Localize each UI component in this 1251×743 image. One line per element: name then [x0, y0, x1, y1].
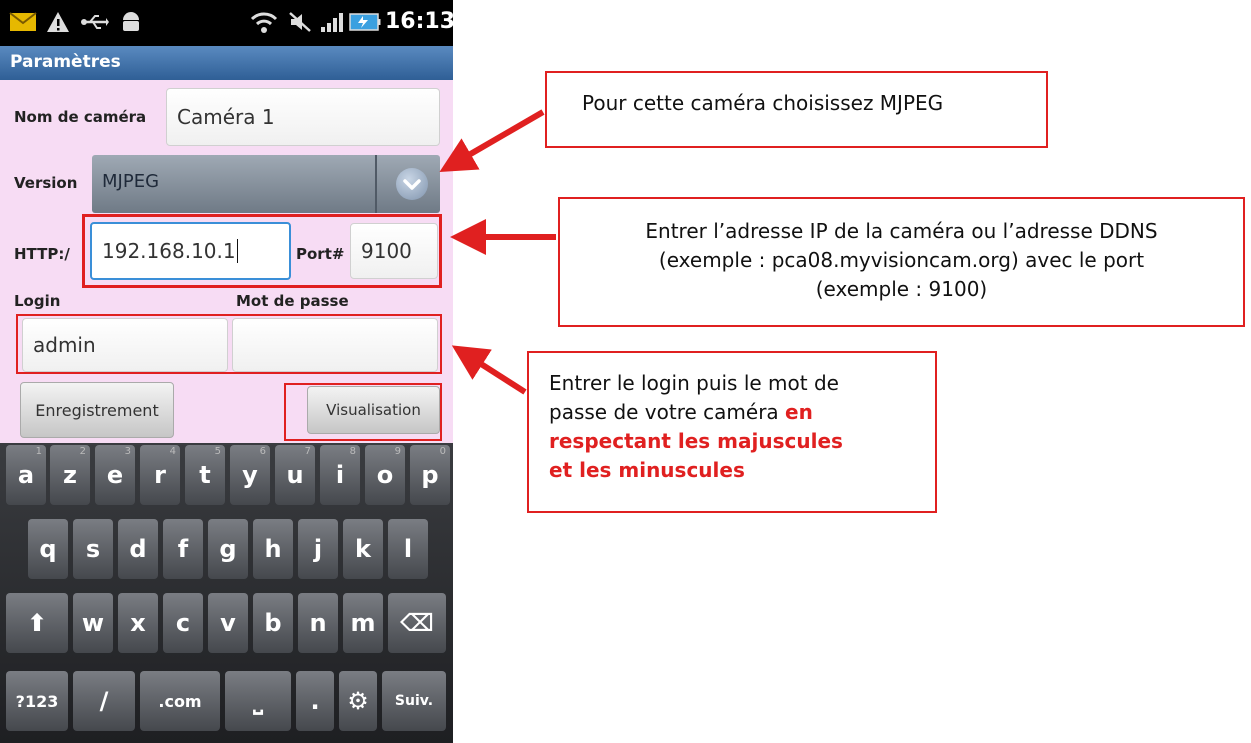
- next-key[interactable]: Suiv.: [382, 671, 446, 731]
- key-a[interactable]: 1a: [6, 445, 46, 505]
- password-label: Mot de passe: [236, 292, 349, 310]
- mute-icon: [286, 8, 314, 36]
- address-highlight-box: [82, 214, 442, 288]
- warning-icon: [44, 8, 72, 36]
- usb-icon: [80, 8, 110, 36]
- key-t[interactable]: 5t: [185, 445, 225, 505]
- key-i[interactable]: 8i: [320, 445, 360, 505]
- keyboard: 1a 2z 3e 4r 5t 6y 7u 8i 9o 0p q s d f g …: [0, 443, 453, 743]
- callout-address-line1: Entrer l’adresse IP de la caméra ou l’ad…: [645, 219, 1158, 243]
- key-r[interactable]: 4r: [140, 445, 180, 505]
- version-label: Version: [14, 174, 78, 192]
- login-label: Login: [14, 292, 61, 310]
- key-k[interactable]: k: [343, 519, 383, 579]
- key-e[interactable]: 3e: [95, 445, 135, 505]
- callout-address-line3: (exemple : 9100): [815, 277, 988, 301]
- key-w[interactable]: w: [73, 593, 113, 653]
- status-bar: 16:13: [0, 0, 453, 46]
- key-v[interactable]: v: [208, 593, 248, 653]
- signal-icon: [318, 8, 346, 36]
- callout-version: Pour cette caméra choisissez MJPEG: [545, 71, 1048, 148]
- key-m[interactable]: m: [343, 593, 383, 653]
- key-g[interactable]: g: [208, 519, 248, 579]
- key-n[interactable]: n: [298, 593, 338, 653]
- callout-address: Entrer l’adresse IP de la caméra ou l’ad…: [558, 197, 1245, 327]
- key-f[interactable]: f: [163, 519, 203, 579]
- title-bar: Paramètres: [0, 46, 453, 80]
- key-j[interactable]: j: [298, 519, 338, 579]
- version-value: MJPEG: [102, 171, 160, 192]
- symbols-key[interactable]: ?123: [6, 671, 68, 731]
- dotcom-key[interactable]: .com: [140, 671, 220, 731]
- http-label: HTTP:/: [14, 245, 70, 263]
- key-u[interactable]: 7u: [275, 445, 315, 505]
- key-q[interactable]: q: [28, 519, 68, 579]
- key-h[interactable]: h: [253, 519, 293, 579]
- callout-login-line2: passe de votre caméra en: [549, 400, 813, 424]
- callout-login-text: Entrer le login puis le mot de passe de …: [549, 369, 843, 485]
- camera-name-label: Nom de caméra: [14, 108, 147, 126]
- save-button[interactable]: Enregistrement: [20, 382, 174, 438]
- login-highlight-box: [16, 314, 442, 374]
- key-c[interactable]: c: [163, 593, 203, 653]
- slash-key[interactable]: /: [73, 671, 135, 731]
- clock: 16:13: [385, 9, 453, 34]
- callout-address-text: Entrer l’adresse IP de la caméra ou l’ad…: [560, 217, 1243, 304]
- key-z[interactable]: 2z: [50, 445, 90, 505]
- callout-login-line1: Entrer le login puis le mot de: [549, 371, 839, 395]
- key-s[interactable]: s: [73, 519, 113, 579]
- shift-key[interactable]: ⬆: [6, 593, 68, 653]
- callout-address-line2: (exemple : pca08.myvisioncam.org) avec l…: [658, 248, 1145, 272]
- key-x[interactable]: x: [118, 593, 158, 653]
- key-p[interactable]: 0p: [410, 445, 450, 505]
- page-title: Paramètres: [10, 52, 121, 72]
- chevron-down-icon[interactable]: [396, 168, 428, 200]
- callout-login-emphasis-1: en: [785, 400, 813, 424]
- camera-name-input[interactable]: Caméra 1: [166, 88, 440, 146]
- version-select[interactable]: MJPEG: [92, 155, 440, 213]
- arrow-version: [439, 109, 545, 173]
- mail-icon: [8, 8, 38, 36]
- camera-name-value: Caméra 1: [177, 105, 275, 129]
- wifi-icon: [250, 8, 278, 36]
- callout-login-emphasis-3: et les minuscules: [549, 458, 745, 482]
- backspace-key[interactable]: ⌫: [388, 593, 446, 653]
- view-highlight-box: [284, 383, 442, 441]
- phone-screen: 16:13 Paramètres Nom de caméra Caméra 1 …: [0, 0, 453, 743]
- battery-icon: [348, 8, 382, 36]
- android-icon: [118, 8, 144, 36]
- callout-version-text: Pour cette caméra choisissez MJPEG: [582, 91, 944, 115]
- dot-key[interactable]: .: [296, 671, 334, 731]
- key-o[interactable]: 9o: [365, 445, 405, 505]
- callout-login-emphasis-2: respectant les majuscules: [549, 429, 843, 453]
- key-y[interactable]: 6y: [230, 445, 270, 505]
- settings-key[interactable]: ⚙: [339, 671, 377, 731]
- select-divider: [375, 155, 377, 213]
- key-l[interactable]: l: [388, 519, 428, 579]
- key-b[interactable]: b: [253, 593, 293, 653]
- screenshot-stage: 16:13 Paramètres Nom de caméra Caméra 1 …: [0, 0, 1251, 743]
- callout-login: Entrer le login puis le mot de passe de …: [527, 351, 937, 513]
- space-key[interactable]: ⎵: [225, 671, 291, 731]
- arrow-login: [451, 345, 527, 395]
- key-d[interactable]: d: [118, 519, 158, 579]
